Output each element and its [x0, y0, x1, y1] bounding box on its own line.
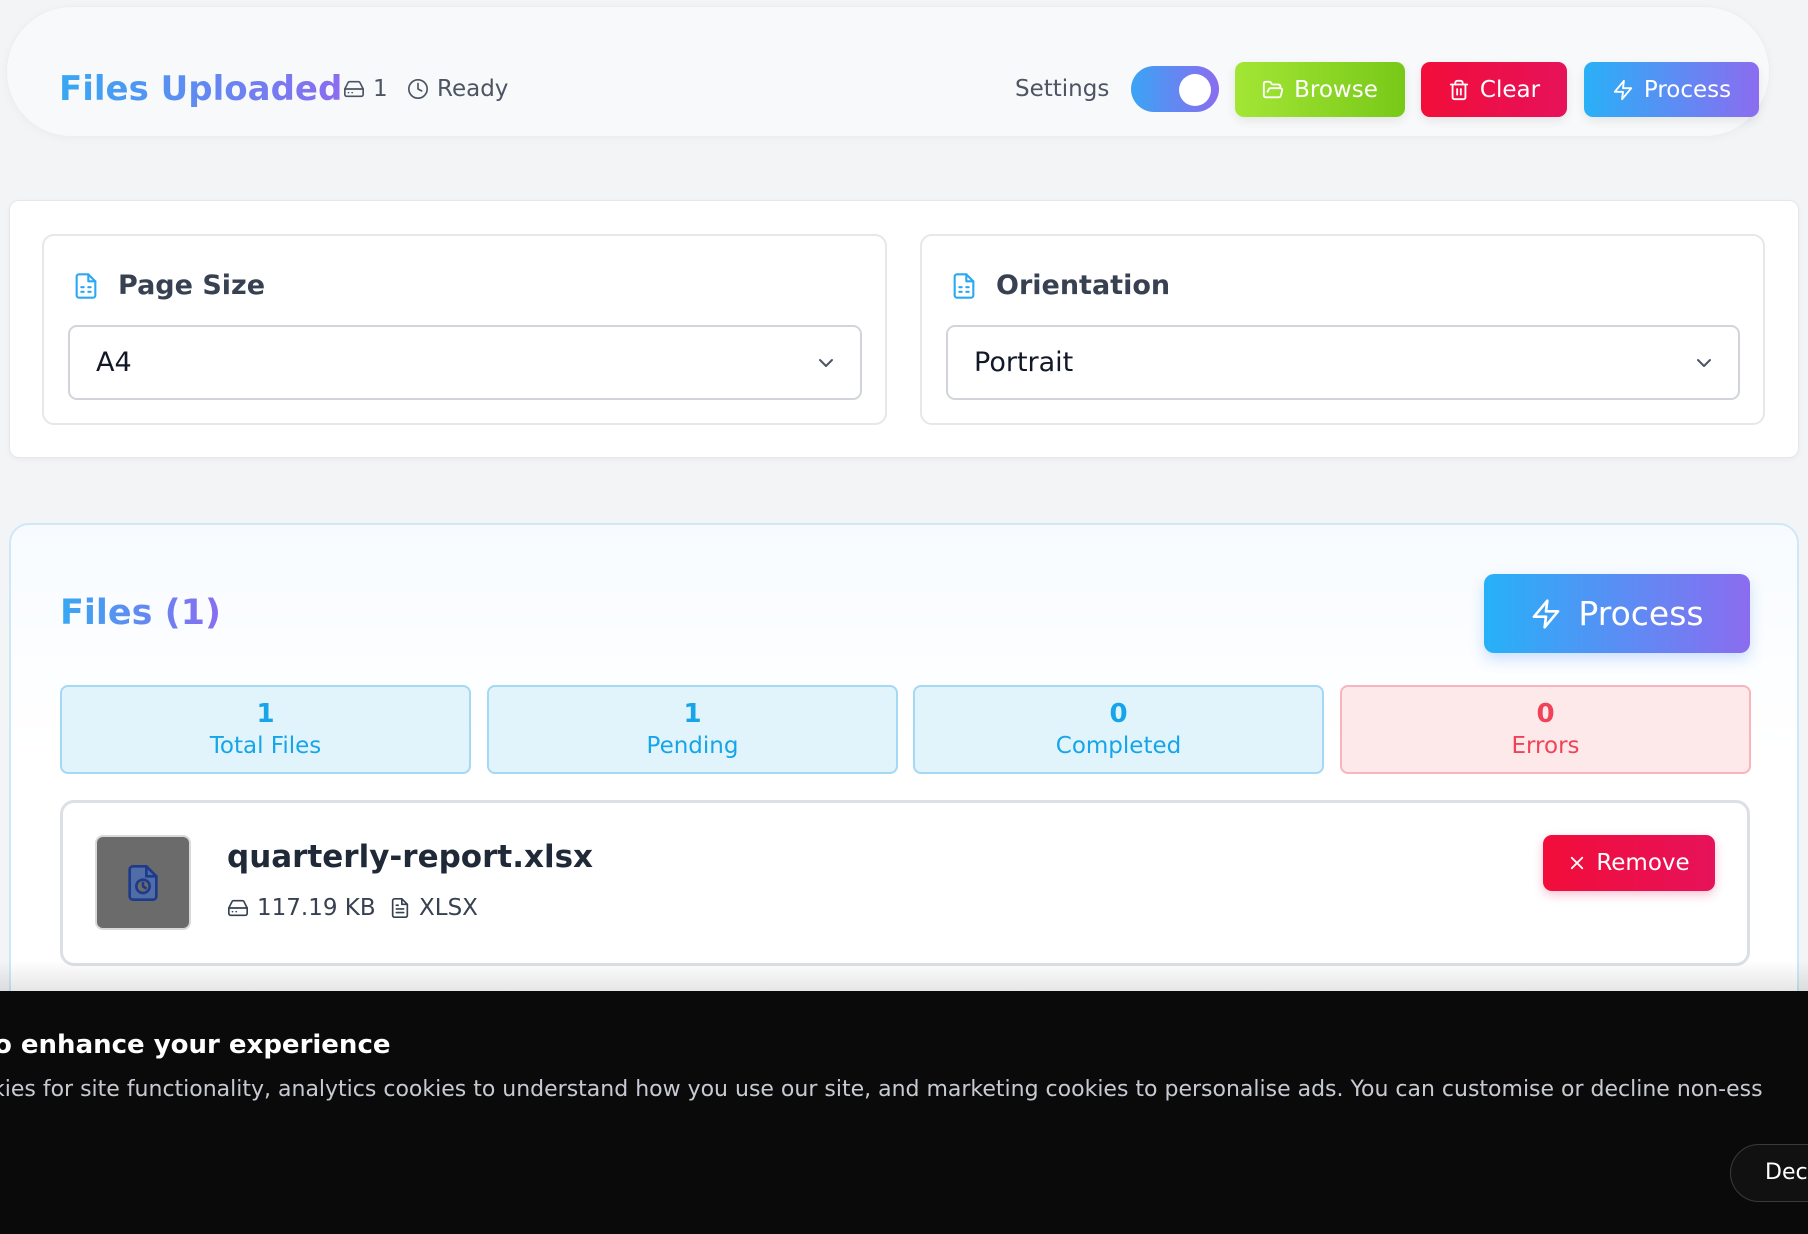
file-name: quarterly-report.xlsx: [227, 839, 594, 875]
browse-label: Browse: [1294, 76, 1378, 103]
process-label: Process: [1578, 594, 1704, 633]
file-size-text: 117.19 KB: [257, 895, 376, 921]
status-text: Ready: [437, 76, 509, 102]
orientation-value: Portrait: [974, 347, 1074, 378]
file-type-text: XLSX: [419, 895, 478, 921]
stat-completed: 0 Completed: [913, 685, 1324, 774]
stat-value: 1: [683, 699, 702, 729]
cookie-title: o enhance your experience: [0, 1030, 391, 1060]
settings-label: Settings: [1015, 76, 1110, 102]
lightning-icon: [1533, 598, 1560, 629]
orientation-label: Orientation: [950, 266, 1170, 306]
chevron-down-icon: [1697, 359, 1711, 367]
stat-label: Completed: [1055, 733, 1182, 759]
hard-drive-icon: [228, 899, 248, 917]
document-icon: [953, 273, 975, 299]
stat-value: 1: [256, 699, 275, 729]
stat-value: 0: [1536, 699, 1555, 729]
page-size-label-text: Page Size: [118, 270, 266, 301]
chevron-down-icon: [819, 359, 833, 367]
options-card: Page Size A4 Orientation Portrait: [9, 200, 1799, 458]
remove-button[interactable]: Remove: [1543, 835, 1715, 891]
orientation-label-text: Orientation: [996, 270, 1171, 301]
clear-button[interactable]: Clear: [1421, 62, 1567, 117]
file-count: 1: [373, 76, 388, 102]
folder-open-icon: [1263, 80, 1284, 98]
files-title: Files (1): [60, 593, 222, 633]
page-size-value: A4: [96, 347, 132, 378]
stat-total-files: 1 Total Files: [60, 685, 471, 774]
trash-icon: [1449, 79, 1469, 100]
toggle-knob: [1179, 74, 1211, 106]
status-indicator: Ready: [407, 77, 508, 101]
top-header: Files Uploaded 1 Ready Settings Browse C…: [6, 6, 1770, 137]
page-size-select[interactable]: A4: [68, 325, 862, 400]
lightning-icon: [1613, 79, 1633, 100]
hard-drive-icon: [344, 80, 364, 98]
file-clock-icon: [128, 864, 158, 901]
clear-label: Clear: [1479, 76, 1541, 103]
file-size: 117.19 KB: [227, 895, 376, 921]
clock-icon: [408, 79, 428, 99]
close-icon: [1571, 856, 1584, 870]
process-button[interactable]: Process: [1484, 574, 1750, 653]
stat-label: Errors: [1511, 733, 1580, 759]
stat-label: Total Files: [209, 733, 322, 759]
decline-button[interactable]: Dec: [1730, 1144, 1808, 1202]
orientation-select[interactable]: Portrait: [946, 325, 1740, 400]
settings-toggle[interactable]: [1131, 66, 1219, 112]
orientation-option: Orientation Portrait: [920, 234, 1765, 425]
stat-pending: 1 Pending: [487, 685, 898, 774]
cookie-banner: o enhance your experience kies for site …: [0, 991, 1808, 1234]
stat-errors: 0 Errors: [1340, 685, 1751, 774]
page-size-option: Page Size A4: [42, 234, 887, 425]
page-title: Files Uploaded: [59, 65, 342, 113]
process-button-header[interactable]: Process: [1584, 62, 1759, 117]
page-size-label: Page Size: [72, 266, 265, 306]
cookie-banner-shadow: [0, 960, 1808, 992]
file-thumbnail: [95, 835, 191, 930]
document-icon: [75, 273, 97, 299]
file-list-item: quarterly-report.xlsx 117.19 KB XLSX Rem…: [60, 800, 1750, 966]
browse-button[interactable]: Browse: [1235, 62, 1405, 117]
file-count-indicator: 1: [343, 77, 388, 101]
process-label: Process: [1643, 76, 1732, 103]
remove-label: Remove: [1596, 850, 1690, 876]
file-type: XLSX: [389, 895, 478, 921]
stat-value: 0: [1109, 699, 1128, 729]
cookie-description: kies for site functionality, analytics c…: [0, 1077, 1763, 1102]
stat-label: Pending: [646, 733, 739, 759]
file-text-icon: [391, 898, 409, 918]
